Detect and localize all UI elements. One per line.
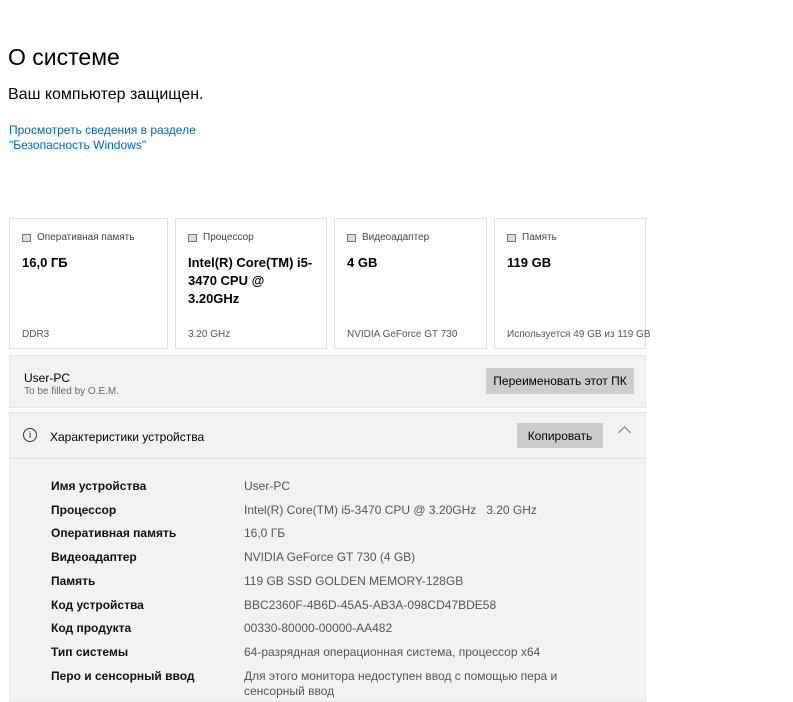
spec-key: Тип системы — [51, 644, 129, 659]
spec-key: Видеоадаптер — [51, 550, 137, 565]
spec-key: Код устройства — [51, 597, 144, 612]
card-subtext: 3.20 GHz — [188, 329, 231, 340]
spec-row: Видеоадаптер NVIDIA GeForce GT 730 (4 GB… — [51, 550, 631, 568]
spec-key: Память — [51, 573, 96, 588]
spec-key: Перо и сенсорный ввод — [51, 668, 195, 683]
card-label: Память — [522, 232, 557, 243]
card-value: Intel(R) Core(TM) i5-3470 CPU @ 3.20GHz — [188, 255, 313, 306]
card-value: 16,0 ГБ — [22, 255, 68, 270]
spec-value: 119 GB SSD GOLDEN MEMORY-128GB — [244, 573, 464, 588]
card-subtext: Используется 49 GB из 119 GB — [507, 329, 651, 340]
spec-row: Код устройства BBC2360F-4B6D-45A5-AB3A-0… — [51, 598, 631, 616]
ram-icon — [22, 233, 31, 242]
card-label: Видеоадаптер — [362, 232, 430, 243]
card-value: 4 GB — [347, 255, 378, 270]
spec-key: Оперативная память — [51, 526, 177, 541]
spec-key: Процессор — [51, 502, 117, 517]
spec-value: BBC2360F-4B6D-45A5-AB3A-098CD47BDE58 — [244, 597, 497, 612]
spec-value: 00330-80000-00000-AA482 — [244, 621, 393, 636]
storage-icon — [507, 233, 516, 242]
pc-name-panel: User-PC To be filled by O.E.M. Переимено… — [9, 355, 646, 408]
spec-row: Память 119 GB SSD GOLDEN MEMORY-128GB — [51, 574, 631, 592]
card-label: Оперативная память — [37, 232, 135, 243]
spec-value: 16,0 ГБ — [244, 526, 286, 541]
spec-card: Память 119 GB Используется 49 GB из 119 … — [494, 218, 651, 349]
specs-header[interactable]: i Характеристики устройства Копировать — [10, 413, 645, 459]
spec-row: Код продукта 00330-80000-00000-AA482 — [51, 621, 631, 639]
spec-card: Процессор Intel(R) Core(TM) i5-3470 CPU … — [175, 218, 327, 349]
card-subtext: NVIDIA GeForce GT 730 — [347, 329, 458, 340]
security-link[interactable]: Просмотреть сведения в разделе "Безопасн… — [9, 123, 279, 153]
rename-pc-button[interactable]: Переименовать этот ПК — [486, 368, 634, 394]
processor-icon — [188, 233, 197, 242]
spec-card: Оперативная память 16,0 ГБ DDR3 — [9, 218, 168, 349]
chevron-up-icon[interactable] — [618, 426, 631, 439]
spec-value: User-PC — [244, 479, 291, 493]
pc-name: User-PC — [24, 371, 71, 385]
card-subtext: DDR3 — [22, 329, 50, 340]
spec-value: Intel(R) Core(TM) i5-3470 CPU @ 3.20GHz … — [244, 502, 537, 517]
spec-key: Код продукта — [51, 621, 132, 636]
copy-button[interactable]: Копировать — [517, 423, 603, 448]
spec-card: Видеоадаптер 4 GB NVIDIA GeForce GT 730 — [334, 218, 487, 349]
page-title: О системе — [8, 44, 120, 70]
spec-row: Процессор Intel(R) Core(TM) i5-3470 CPU … — [51, 503, 631, 521]
card-value: 119 GB — [507, 255, 552, 270]
spec-value: 64-разрядная операционная система, проце… — [244, 644, 541, 659]
specs-title: Характеристики устройства — [50, 430, 205, 444]
spec-row: Имя устройства User-PC — [51, 479, 631, 497]
spec-row: Тип системы 64-разрядная операционная си… — [51, 645, 631, 663]
info-icon: i — [23, 428, 37, 442]
spec-key: Имя устройства — [51, 479, 147, 493]
pc-oem: To be filled by O.E.M. — [24, 386, 120, 397]
spec-row: Перо и сенсорный ввод Для этого монитора… — [51, 668, 631, 698]
spec-value: NVIDIA GeForce GT 730 (4 GB) — [244, 550, 416, 565]
spec-value: Для этого монитора недоступен ввод с пом… — [244, 668, 561, 698]
spec-row: Оперативная память 16,0 ГБ — [51, 526, 631, 544]
protection-status: Ваш компьютер защищен. — [8, 86, 204, 103]
card-label: Процессор — [203, 232, 254, 243]
gpu-icon — [347, 233, 356, 242]
